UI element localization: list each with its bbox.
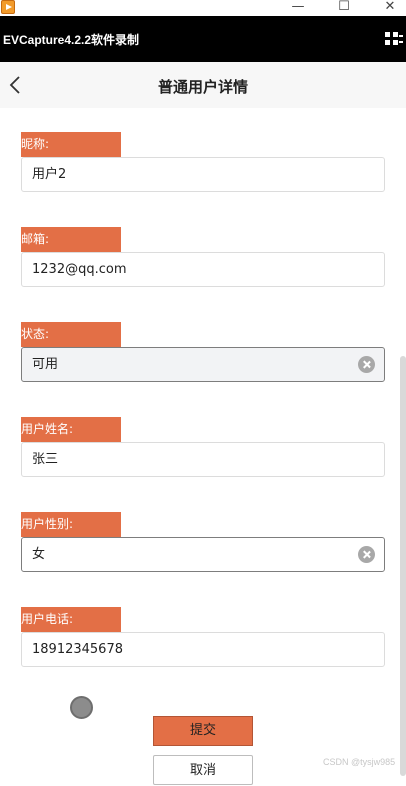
- submit-button[interactable]: 提交: [153, 716, 253, 746]
- status-select[interactable]: 可用: [21, 347, 385, 382]
- maximize-icon[interactable]: ☐: [333, 0, 355, 15]
- status-value: 可用: [32, 357, 59, 372]
- floating-dot[interactable]: [70, 696, 93, 719]
- capture-title: EVCapture4.2.2软件录制: [3, 33, 140, 47]
- email-input[interactable]: 1232@qq.com: [21, 252, 385, 287]
- clear-icon[interactable]: [358, 546, 375, 563]
- gender-select[interactable]: 女: [21, 537, 385, 572]
- clear-icon[interactable]: [358, 356, 375, 373]
- nickname-label: 昵称:: [21, 132, 121, 157]
- phone-label: 用户电话:: [21, 607, 121, 632]
- page-title: 普通用户详情: [157, 78, 248, 96]
- username-input[interactable]: 张三: [21, 442, 385, 477]
- email-label: 邮箱:: [21, 227, 121, 252]
- watermark: CSDN @tysjw985: [323, 757, 396, 767]
- capture-bar: EVCapture4.2.2软件录制: [0, 16, 406, 62]
- scrollbar[interactable]: [400, 356, 406, 776]
- app-play-icon: [1, 0, 15, 14]
- username-label: 用户姓名:: [21, 417, 121, 442]
- gender-label: 用户性别:: [21, 512, 121, 537]
- nickname-input[interactable]: 用户2: [21, 157, 385, 192]
- phone-input[interactable]: 18912345678: [21, 632, 385, 667]
- cancel-button[interactable]: 取消: [153, 755, 253, 785]
- page-header: 普通用户详情: [0, 62, 406, 108]
- status-label: 状态:: [21, 322, 121, 347]
- minimize-icon[interactable]: —: [287, 0, 309, 15]
- grid-menu-icon[interactable]: [385, 31, 403, 47]
- window-titlebar: — ☐ ✕: [0, 0, 406, 16]
- gender-value: 女: [32, 547, 46, 562]
- close-icon[interactable]: ✕: [379, 0, 401, 15]
